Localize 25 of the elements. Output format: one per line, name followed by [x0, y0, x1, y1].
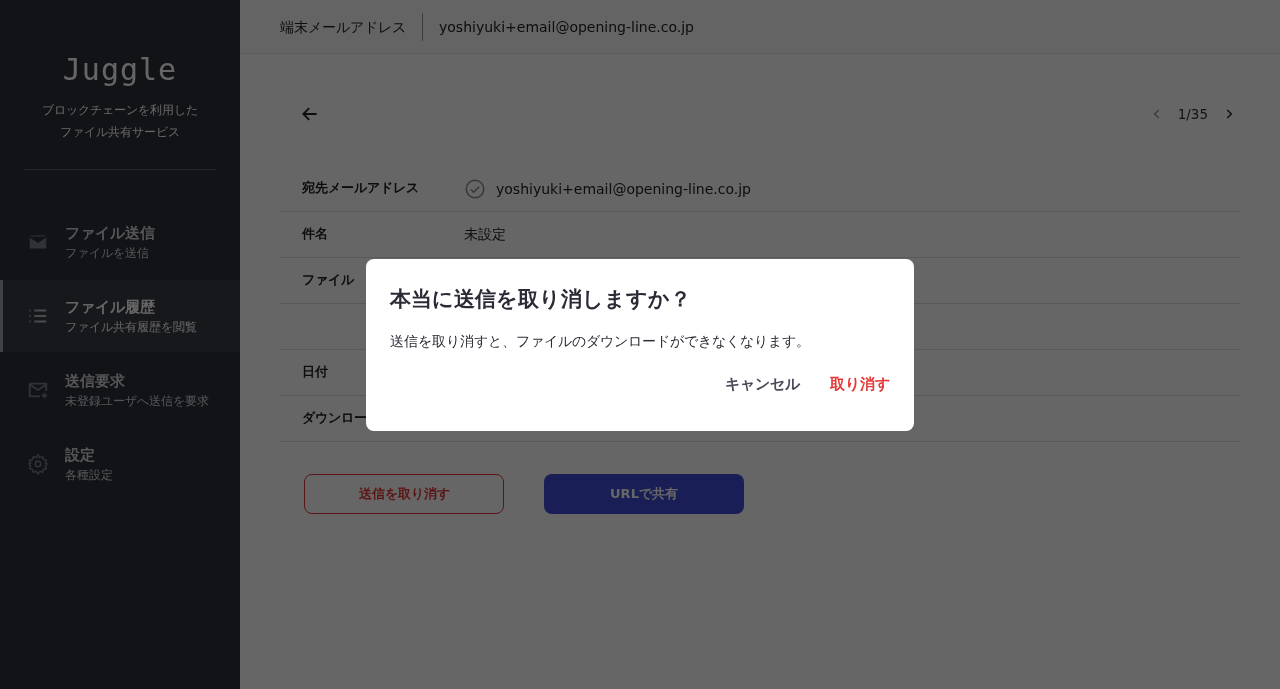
dialog-title: 本当に送信を取り消しますか？ [390, 286, 692, 313]
field-value: 未設定 [464, 225, 506, 244]
nav-title: 送信要求 [65, 371, 126, 391]
device-email: yoshiyuki+email@opening-line.co.jp [438, 18, 694, 35]
field-label: ダウンロー [302, 410, 368, 427]
settings-icon [27, 453, 49, 475]
nav-title: 設定 [65, 445, 96, 465]
tagline: ブロックチェーンを利用した ファイル共有サービス [42, 102, 198, 141]
field-label: ファイル [302, 272, 355, 289]
page-counter: 1/35 [1177, 106, 1208, 122]
share-url-button[interactable]: URLで共有 [544, 474, 744, 514]
device-email-label: 端末メールアドレス [280, 12, 423, 41]
logo: Juggle [62, 52, 178, 87]
confirm-cancel-button[interactable]: 取り消す [820, 371, 900, 398]
cancel-button[interactable]: キャンセル [715, 371, 810, 398]
field-value: yoshiyuki+email@opening-line.co.jp [496, 180, 751, 197]
nav-item[interactable]: ファイル履歴 ファイル共有履歴を閲覧 [0, 280, 240, 352]
nav-title: ファイル履歴 [65, 297, 156, 317]
field-label: 件名 [302, 226, 329, 243]
field-label: 日付 [302, 364, 329, 381]
field-label: 宛先メールアドレス [302, 180, 420, 197]
cancel-send-button[interactable]: 送信を取り消す [304, 474, 504, 514]
nav-title: ファイル送信 [65, 223, 155, 243]
dialog-message: 送信を取り消すと、ファイルのダウンロードができなくなります。 [390, 333, 811, 351]
nav-subtitle: ファイル共有履歴を閲覧 [65, 319, 197, 335]
